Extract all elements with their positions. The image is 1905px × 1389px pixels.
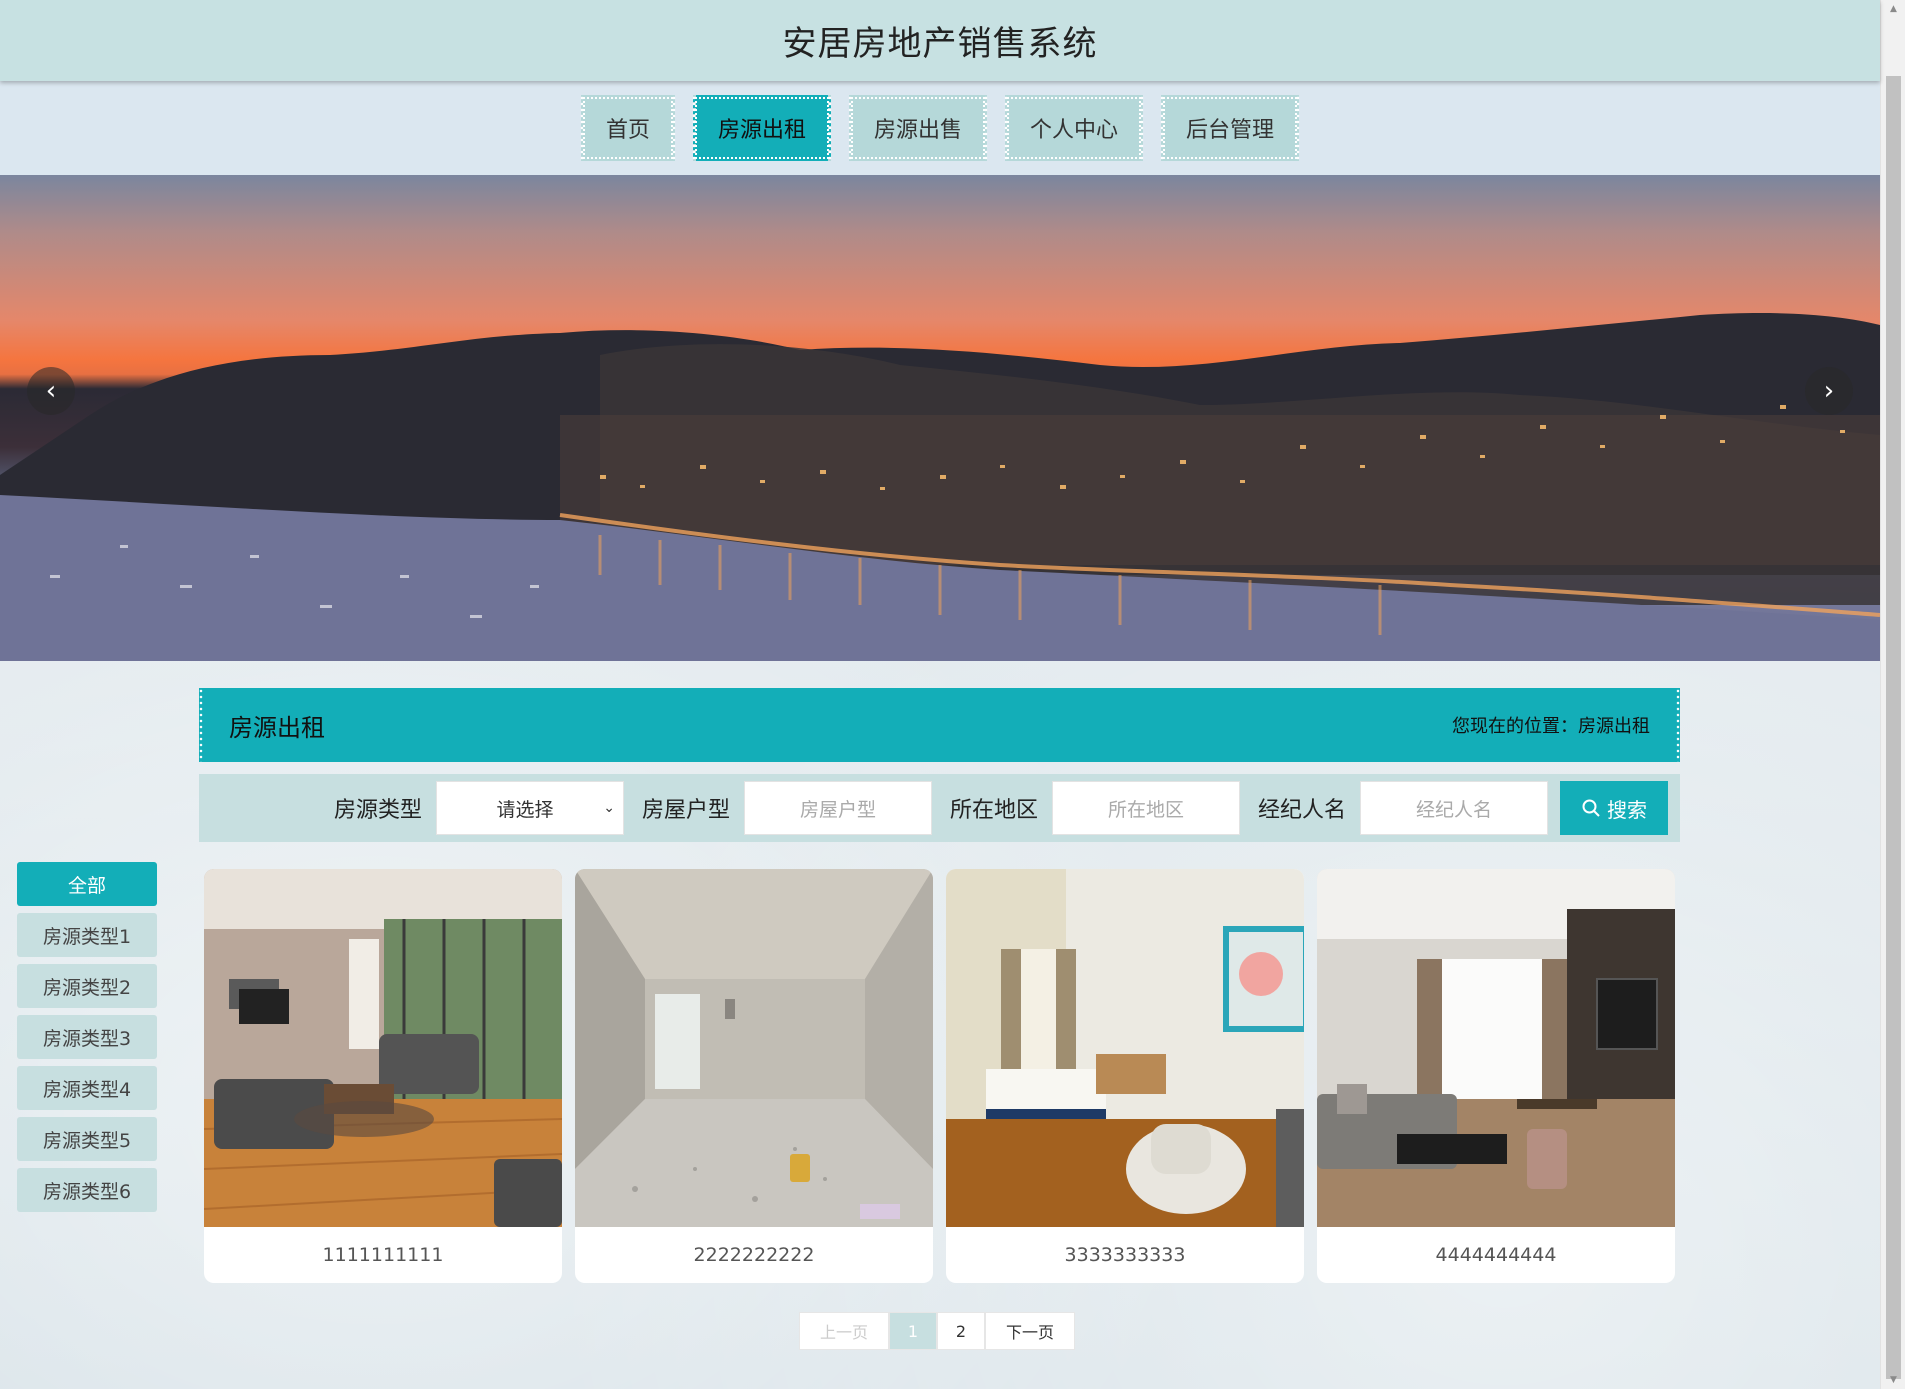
listing-grid: 1111111111 2222222222 3333333333 4444444… [204, 869, 1676, 1283]
nav-item-label: 后台管理 [1186, 118, 1275, 143]
category-type-3[interactable]: 房源类型3 [17, 1015, 157, 1059]
type-select-value: 请选择 [496, 798, 554, 821]
scroll-up-icon[interactable]: ▲ [1881, 0, 1905, 18]
type-label: 房源类型 [333, 798, 422, 823]
type-select[interactable]: 请选择 ⌄ [435, 781, 624, 835]
prev-page-button[interactable]: 上一页 [799, 1312, 889, 1350]
listing-photo [204, 869, 562, 1227]
nav-item-label: 个人中心 [1030, 118, 1119, 143]
listing-card[interactable]: 2222222222 [575, 869, 933, 1283]
chevron-right-icon: › [1823, 376, 1835, 406]
search-bar: 房源类型 请选择 ⌄ 房屋户型 房屋户型 所在地区 所在地区 经纪人名 经纪人名… [199, 774, 1680, 842]
nav-item-admin[interactable]: 后台管理 [1160, 95, 1301, 161]
listing-photo [1317, 869, 1675, 1227]
nav-item-sale[interactable]: 房源出售 [847, 95, 988, 161]
pagination: 上一页 1 2 下一页 [799, 1312, 1075, 1350]
page-button-2[interactable]: 2 [937, 1312, 985, 1350]
nav-item-label: 首页 [605, 118, 650, 143]
next-page-button[interactable]: 下一页 [985, 1312, 1075, 1350]
site-title: 安居房地产销售系统 [782, 24, 1098, 64]
app: 安居房地产销售系统 首页 房源出租 房源出售 个人中心 后台管理 ‹ › 房源出… [0, 0, 1880, 1389]
main-nav: 首页 房源出租 房源出售 个人中心 后台管理 [0, 81, 1880, 175]
banner-prev-button[interactable]: ‹ [27, 367, 75, 415]
site-header: 安居房地产销售系统 [0, 0, 1880, 81]
listing-title: 3333333333 [1064, 1244, 1186, 1266]
listing-card[interactable]: 1111111111 [204, 869, 562, 1283]
page-scrollbar[interactable]: ▲ ▼ [1880, 0, 1905, 1389]
nav-item-home[interactable]: 首页 [579, 95, 676, 161]
chevron-left-icon: ‹ [45, 376, 57, 406]
layout-input[interactable]: 房屋户型 [743, 781, 932, 835]
nav-item-profile[interactable]: 个人中心 [1004, 95, 1145, 161]
banner-carousel: ‹ › [0, 175, 1880, 661]
category-all[interactable]: 全部 [17, 862, 157, 906]
region-input[interactable]: 所在地区 [1051, 781, 1240, 835]
listing-title: 2222222222 [693, 1244, 815, 1266]
nav-item-label: 房源出租 [717, 118, 806, 143]
chevron-down-icon: ⌄ [603, 800, 615, 816]
listing-card[interactable]: 4444444444 [1317, 869, 1675, 1283]
banner-next-button[interactable]: › [1805, 367, 1853, 415]
category-type-6[interactable]: 房源类型6 [17, 1168, 157, 1212]
category-type-1[interactable]: 房源类型1 [17, 913, 157, 957]
category-type-2[interactable]: 房源类型2 [17, 964, 157, 1008]
agent-label: 经纪人名 [1257, 798, 1346, 823]
category-type-4[interactable]: 房源类型4 [17, 1066, 157, 1110]
listing-title: 1111111111 [322, 1244, 444, 1266]
nav-item-rent[interactable]: 房源出租 [691, 95, 832, 161]
listing-title: 4444444444 [1435, 1244, 1557, 1266]
listing-photo [946, 869, 1304, 1227]
listing-card[interactable]: 3333333333 [946, 869, 1304, 1283]
scroll-down-icon[interactable]: ▼ [1881, 1371, 1905, 1389]
scrollbar-thumb[interactable] [1886, 76, 1901, 1379]
search-button[interactable]: 搜索 [1560, 781, 1668, 835]
search-icon [1582, 799, 1600, 817]
category-type-5[interactable]: 房源类型5 [17, 1117, 157, 1161]
agent-input[interactable]: 经纪人名 [1360, 781, 1548, 835]
nav-item-label: 房源出售 [873, 118, 962, 143]
region-label: 所在地区 [949, 798, 1038, 823]
category-sidebar: 全部 房源类型1 房源类型2 房源类型3 房源类型4 房源类型5 房源类型6 [17, 862, 157, 1219]
banner-image [0, 313, 1880, 661]
listing-photo [575, 869, 933, 1227]
section-title: 房源出租 [229, 713, 325, 742]
breadcrumb: 您现在的位置：房源出租 [1452, 716, 1650, 737]
search-button-label: 搜索 [1607, 797, 1647, 822]
section-title-bar: 房源出租 您现在的位置：房源出租 [199, 688, 1680, 762]
page-button-1[interactable]: 1 [889, 1312, 937, 1350]
layout-label: 房屋户型 [641, 798, 730, 823]
